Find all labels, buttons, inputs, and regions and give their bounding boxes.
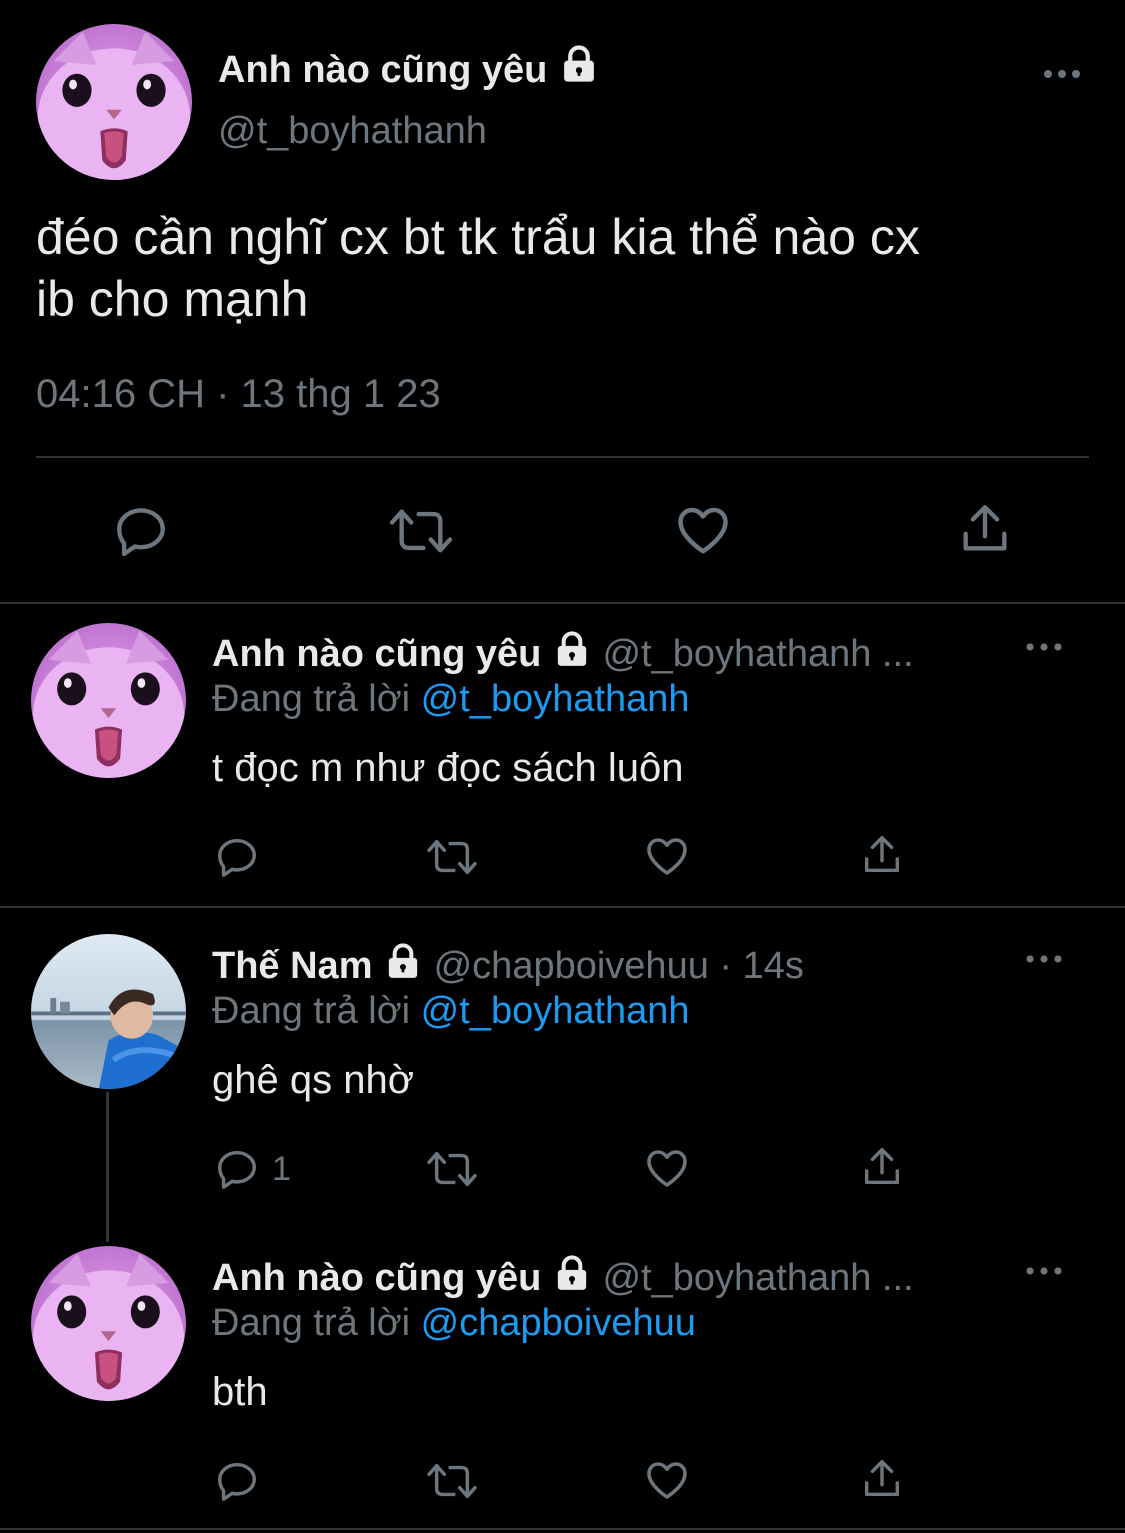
reply-text: bth: [212, 1370, 268, 1414]
reply-button[interactable]: 1: [214, 1146, 291, 1192]
lock-icon: [557, 1255, 587, 1290]
more-icon: [1026, 1267, 1062, 1275]
share-icon: [864, 1460, 900, 1497]
share-icon: [864, 1148, 900, 1185]
handle[interactable]: @chapboivehuu · 14s: [434, 945, 804, 987]
more-button[interactable]: [1024, 1262, 1064, 1280]
like-button[interactable]: [643, 1456, 691, 1509]
more-icon: [1026, 643, 1062, 651]
display-name-text: Anh nào cũng yêu: [218, 49, 548, 91]
retweet-button[interactable]: [424, 834, 480, 885]
replying-label: Đang trả lời: [212, 678, 411, 720]
tweet-text-line: ib cho mạnh: [36, 271, 309, 327]
cat-avatar-image: [31, 623, 186, 778]
more-icon: [1026, 955, 1062, 963]
reply-icon: [218, 1462, 256, 1501]
display-name[interactable]: Thế Nam: [212, 945, 372, 987]
avatar[interactable]: [31, 623, 186, 778]
reply-icon: [218, 1150, 256, 1189]
retweet-icon: [427, 1151, 477, 1187]
timestamp[interactable]: 04:16 CH · 13 thg 1 23: [36, 372, 441, 417]
divider: [0, 906, 1125, 908]
share-button[interactable]: [859, 832, 905, 883]
retweet-button[interactable]: [386, 502, 456, 565]
handle[interactable]: @t_boyhathanh ...: [602, 633, 913, 675]
like-button[interactable]: [673, 500, 733, 565]
retweet-icon: [427, 1463, 477, 1499]
mention-link[interactable]: @chapboivehuu: [421, 1302, 696, 1344]
share-icon: [864, 836, 900, 873]
replying-label: Đang trả lời: [212, 990, 411, 1032]
lock-icon: [388, 943, 418, 978]
more-button[interactable]: [1024, 638, 1064, 656]
display-name[interactable]: Anh nào cũng yêu: [212, 1257, 541, 1299]
mention-link[interactable]: @t_boyhathanh: [421, 678, 690, 720]
more-icon: [1044, 70, 1080, 78]
tweet-text-line: đéo cần nghĩ cx bt tk trẩu kia thể nào c…: [36, 209, 920, 265]
mention-link[interactable]: @t_boyhathanh: [421, 990, 690, 1032]
display-name[interactable]: Anh nào cũng yêu: [218, 44, 600, 92]
reply-header: Anh nào cũng yêu @t_boyhathanh ...: [212, 630, 914, 676]
lock-icon: [557, 631, 587, 666]
cat-avatar-image: [36, 24, 192, 180]
retweet-button[interactable]: [424, 1458, 480, 1509]
share-button[interactable]: [859, 1456, 905, 1507]
divider: [0, 602, 1125, 604]
divider: [36, 456, 1089, 458]
like-icon: [647, 1462, 687, 1499]
reply-icon: [218, 838, 256, 877]
like-button[interactable]: [643, 1144, 691, 1197]
avatar[interactable]: [31, 1246, 186, 1401]
replying-to: Đang trả lời @t_boyhathanh: [212, 678, 690, 721]
reply-header: Thế Nam @chapboivehuu · 14s: [212, 942, 804, 988]
tweet-text: đéo cần nghĩ cx bt tk trẩu kia thể nào c…: [36, 206, 1096, 330]
display-name[interactable]: Anh nào cũng yêu: [212, 633, 541, 675]
reply-button[interactable]: [214, 1458, 260, 1509]
like-button[interactable]: [643, 832, 691, 885]
profile-photo-image: [31, 934, 186, 1089]
share-button[interactable]: [859, 1144, 905, 1195]
handle[interactable]: @t_boyhathanh ...: [602, 1257, 913, 1299]
reply-button[interactable]: [112, 502, 170, 565]
replying-to: Đang trả lời @chapboivehuu: [212, 1302, 696, 1345]
more-button[interactable]: [1040, 64, 1084, 84]
divider: [0, 1528, 1125, 1530]
reply-header: Anh nào cũng yêu @t_boyhathanh ...: [212, 1254, 914, 1300]
thread-connector: [106, 1092, 109, 1242]
reply-button[interactable]: [214, 834, 260, 885]
retweet-icon: [389, 509, 453, 553]
retweet-button[interactable]: [424, 1146, 480, 1197]
reply-icon: [117, 508, 165, 557]
share-button[interactable]: [956, 500, 1014, 563]
reply-text: ghê qs nhờ: [212, 1058, 414, 1102]
lock-icon: [564, 45, 594, 82]
avatar[interactable]: [31, 934, 186, 1089]
cat-avatar-image: [31, 1246, 186, 1401]
like-icon: [647, 838, 687, 875]
share-icon: [963, 505, 1007, 551]
replying-to: Đang trả lời @t_boyhathanh: [212, 990, 690, 1033]
replying-label: Đang trả lời: [212, 1302, 411, 1344]
like-icon: [678, 507, 728, 554]
like-icon: [647, 1150, 687, 1187]
reply-text: t đọc m như đọc sách luôn: [212, 746, 684, 790]
avatar[interactable]: [36, 24, 192, 180]
more-button[interactable]: [1024, 950, 1064, 968]
handle[interactable]: @t_boyhathanh: [218, 110, 487, 153]
reply-count: 1: [272, 1149, 291, 1188]
retweet-icon: [427, 839, 477, 875]
